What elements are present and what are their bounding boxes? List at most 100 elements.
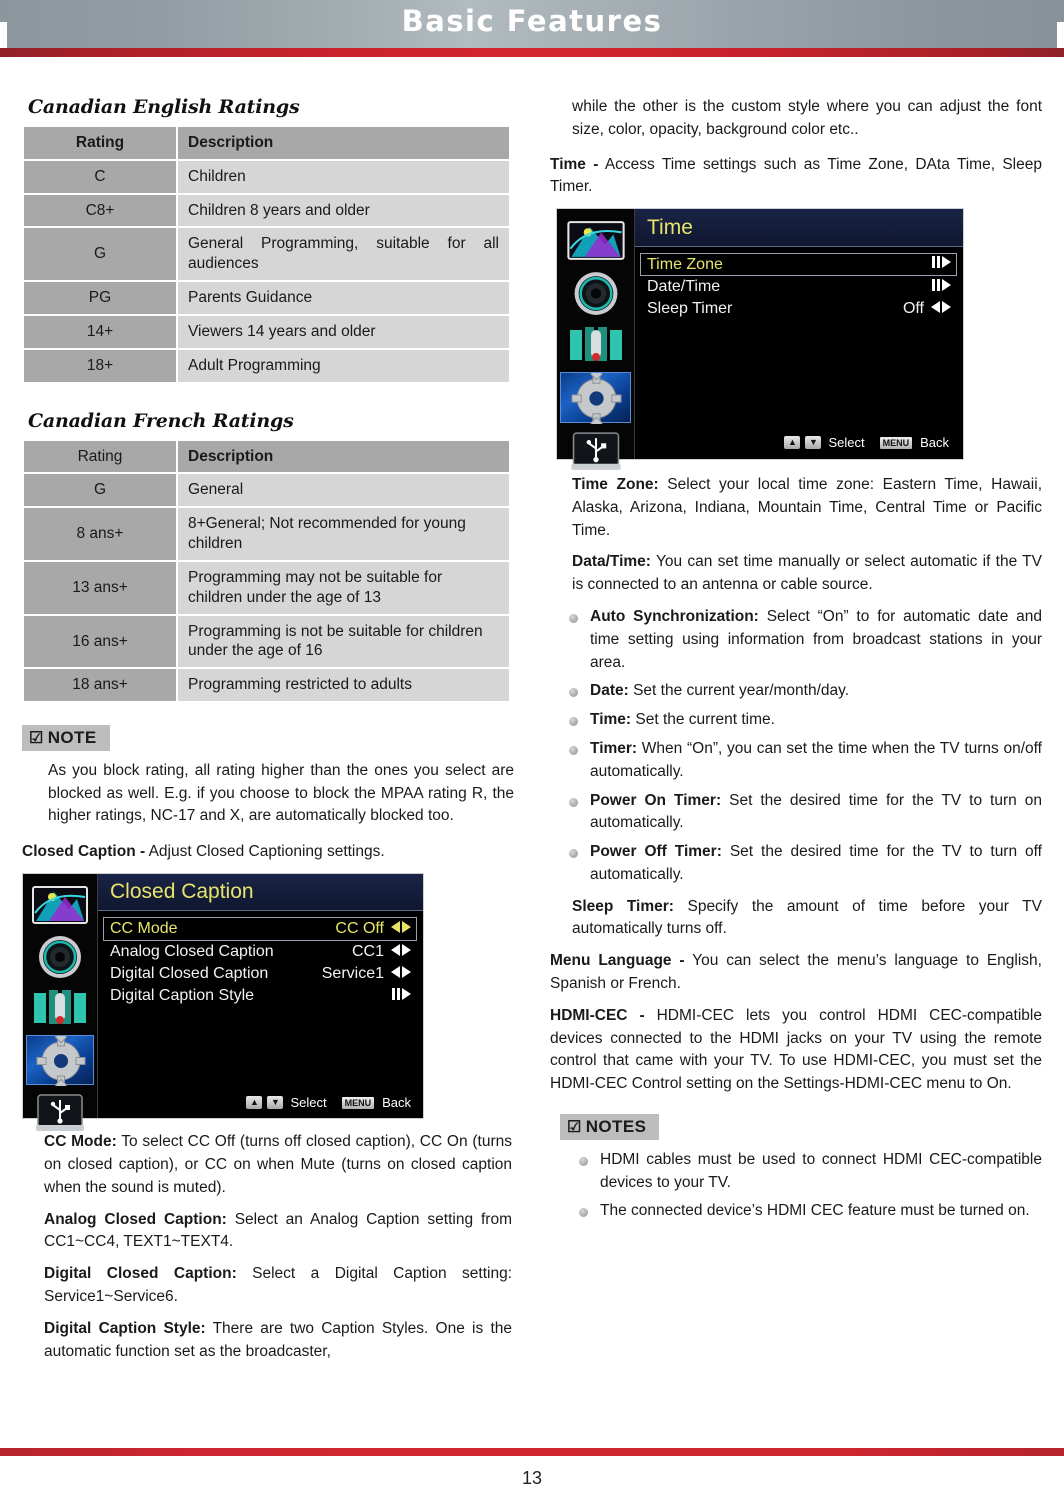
- rating-cell: 14+: [24, 315, 176, 348]
- submenu-arrow-icon[interactable]: [930, 255, 952, 274]
- osd-menu-list: CC Mode CC Off Analog Closed Caption CC1…: [103, 917, 417, 1007]
- time-osd-screenshot: Time Time Zone Date/Time Sleep Timer Off: [556, 208, 964, 470]
- col-header-rating: Rating: [24, 127, 176, 159]
- description-cell: Parents Guidance: [178, 282, 509, 314]
- osd-back-label: Back: [920, 435, 949, 451]
- sleep-timer-term: Sleep Timer:: [572, 897, 674, 915]
- left-right-arrow-icon[interactable]: [390, 920, 412, 939]
- submenu-arrow-icon[interactable]: [930, 278, 952, 297]
- notes-tag-label: NOTES: [585, 1116, 647, 1136]
- list-item: Time: Set the current time.: [550, 709, 1042, 732]
- osd-row-digital-closed-caption[interactable]: Digital Closed Caption Service1: [103, 963, 417, 985]
- hdmi-cec-description: HDMI-CEC - HDMI-CEC lets you control HDM…: [550, 1005, 1042, 1096]
- description-cell: Programming is not be suitable for child…: [178, 615, 509, 668]
- hdmi-cec-term: HDMI-CEC -: [550, 1006, 645, 1024]
- digital-caption-style-term: Digital Caption Style:: [44, 1319, 206, 1337]
- table-row: 8 ans+ 8+General; Not recommended for yo…: [24, 508, 509, 560]
- left-right-arrow-icon[interactable]: [930, 300, 952, 319]
- left-right-arrow-icon[interactable]: [390, 943, 412, 962]
- bullet-term: Auto Synchronization:: [590, 608, 759, 626]
- description-cell: Children 8 years and older: [178, 194, 509, 227]
- right-column: while the other is the custom style wher…: [550, 96, 1042, 1232]
- osd-row-sleep-timer[interactable]: Sleep Timer Off: [640, 298, 957, 320]
- table-row: 18 ans+ Programming restricted to adults: [24, 669, 509, 702]
- notes-list: HDMI cables must be used to connect HDMI…: [560, 1149, 1042, 1223]
- menu-key-icon: MENU: [879, 436, 913, 449]
- time-intro: Time - Access Time settings such as Time…: [550, 154, 1042, 200]
- osd-row-value: CC Off: [335, 920, 384, 938]
- description-cell: General: [178, 474, 509, 507]
- sound-icon[interactable]: [35, 933, 85, 981]
- english-ratings-title: Canadian English Ratings: [28, 96, 300, 118]
- channel-icon[interactable]: [566, 324, 626, 366]
- osd-row-value: Off: [902, 300, 924, 318]
- bullet-term: Power On Timer:: [590, 791, 722, 809]
- osd-row-date-time[interactable]: Date/Time: [640, 276, 957, 298]
- analog-closed-caption-description: Analog Closed Caption: Select an Analog …: [44, 1209, 512, 1255]
- table-header-row: Rating Description: [24, 127, 509, 159]
- osd-titlebar: Closed Caption: [98, 874, 423, 912]
- osd-row-label: Digital Closed Caption: [110, 965, 269, 983]
- table-row: PG Parents Guidance: [24, 282, 509, 314]
- sound-icon[interactable]: [570, 269, 622, 318]
- data-time-term: Data/Time:: [572, 553, 651, 571]
- description-cell: Programming restricted to adults: [178, 669, 509, 702]
- closed-caption-intro: Closed Caption - Adjust Closed Captionin…: [22, 841, 514, 864]
- osd-select-label: Select: [828, 435, 865, 451]
- osd-titlebar: Time: [635, 209, 963, 248]
- left-column: Canadian English Ratings Rating Descript…: [22, 96, 514, 1372]
- submenu-arrow-icon[interactable]: [390, 987, 412, 1006]
- osd-row-analog-closed-caption[interactable]: Analog Closed Caption CC1: [103, 941, 417, 963]
- rating-cell: 18 ans+: [24, 669, 176, 702]
- picture-icon[interactable]: [29, 883, 91, 927]
- bullet-text: When “On”, you can set the time when the…: [590, 739, 1042, 780]
- table-row: C Children: [24, 160, 509, 193]
- description-cell: Programming may not be suitable for chil…: [178, 561, 509, 614]
- rating-cell: C8+: [24, 194, 176, 227]
- left-right-arrow-icon[interactable]: [390, 965, 412, 984]
- note-block: ☑ NOTE As you block rating, all rating hi…: [22, 725, 514, 827]
- note-tag: ☑ NOTE: [22, 725, 110, 752]
- description-cell: 8+General; Not recommended for young chi…: [178, 508, 509, 560]
- osd-menu-list: Time Zone Date/Time Sleep Timer Off: [640, 253, 957, 320]
- rating-cell: 13 ans+: [24, 561, 176, 614]
- continuation-paragraph: while the other is the custom style wher…: [572, 98, 1042, 138]
- digital-cc-term: Digital Closed Caption:: [44, 1265, 237, 1283]
- osd-row-label: Time Zone: [647, 255, 723, 273]
- time-zone-term: Time Zone:: [572, 476, 659, 494]
- rating-cell: 18+: [24, 349, 176, 382]
- osd-title: Time: [647, 215, 693, 239]
- down-arrow-key-icon: ▼: [267, 1096, 284, 1110]
- channel-icon[interactable]: [31, 987, 89, 1029]
- rating-cell: 16 ans+: [24, 615, 176, 668]
- osd-back-label: Back: [382, 1095, 411, 1111]
- bullet-term: Time:: [590, 711, 632, 729]
- digital-closed-caption-description: Digital Closed Caption: Select a Digital…: [44, 1263, 512, 1309]
- settings-icon[interactable]: [560, 367, 631, 430]
- rating-cell: C: [24, 160, 176, 193]
- description-cell: General Programming, suitable for all au…: [178, 228, 509, 281]
- sleep-timer-description: Sleep Timer: Specify the amount of time …: [572, 896, 1042, 942]
- usb-icon[interactable]: [32, 1091, 88, 1137]
- data-time-description: Data/Time: You can set time manually or …: [572, 551, 1042, 597]
- list-item: Timer: When “On”, you can set the time w…: [550, 738, 1042, 784]
- note-text: As you block rating, all rating higher t…: [48, 762, 514, 825]
- rating-cell: PG: [24, 282, 176, 314]
- down-arrow-key-icon: ▼: [805, 436, 822, 450]
- bullet-term: Timer:: [590, 739, 638, 757]
- menu-language-term: Menu Language -: [550, 952, 685, 970]
- usb-icon[interactable]: [567, 429, 625, 476]
- description-cell: Children: [178, 160, 509, 193]
- osd-row-digital-caption-style[interactable]: Digital Caption Style: [103, 985, 417, 1007]
- settings-icon[interactable]: [26, 1030, 94, 1092]
- list-item: Power Off Timer: Set the desired time fo…: [550, 841, 1042, 887]
- osd-row-label: CC Mode: [110, 920, 178, 938]
- analog-cc-term: Analog Closed Caption:: [44, 1210, 227, 1228]
- table-row: G General Programming, suitable for all …: [24, 228, 509, 281]
- picture-icon[interactable]: [564, 218, 628, 263]
- closed-caption-intro-rest: Adjust Closed Captioning settings.: [145, 843, 385, 861]
- menu-key-icon: MENU: [341, 1096, 375, 1109]
- osd-row-time-zone[interactable]: Time Zone: [640, 253, 957, 277]
- osd-row-value: Service1: [321, 965, 384, 983]
- osd-row-cc-mode[interactable]: CC Mode CC Off: [103, 917, 417, 942]
